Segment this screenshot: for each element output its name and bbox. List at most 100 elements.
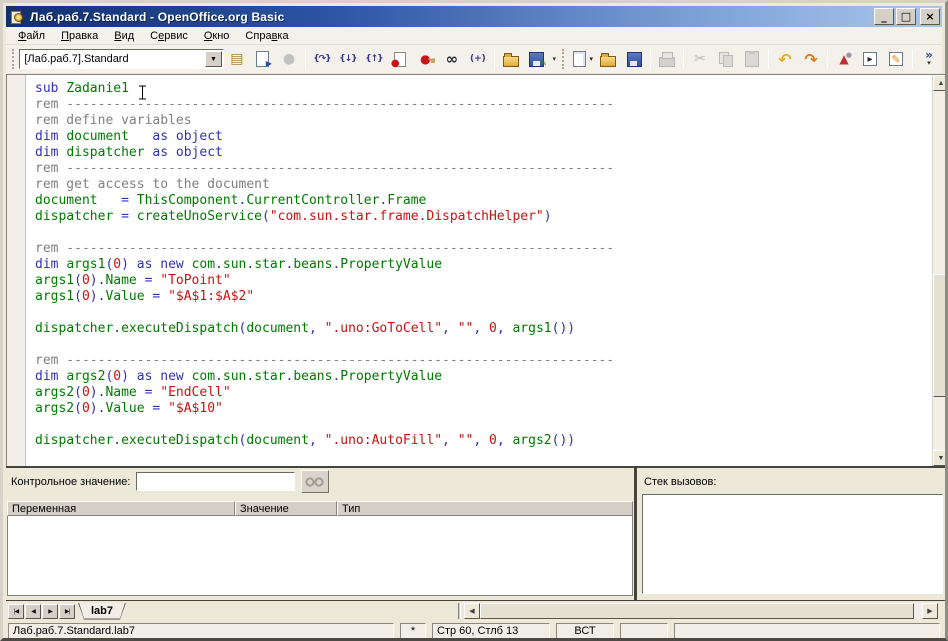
scroll-up-button[interactable]: ▲ bbox=[933, 75, 948, 91]
module-tab-lab7[interactable]: lab7 bbox=[78, 603, 126, 620]
menu-edit[interactable]: Правка bbox=[53, 28, 106, 44]
code-editor[interactable]: sub Zadanie1rem ------------------------… bbox=[6, 74, 948, 466]
titlebar[interactable]: Лаб.раб.7.Standard - OpenOffice.org Basi… bbox=[6, 6, 942, 27]
watch-table: ПеременнаяЗначениеТип bbox=[7, 501, 633, 596]
scrollbar-track[interactable] bbox=[933, 91, 948, 450]
combobox-dropdown-button[interactable]: ▼ bbox=[205, 51, 222, 67]
import-source-button[interactable] bbox=[499, 47, 523, 71]
tab-nav-last-button[interactable]: ▶| bbox=[59, 604, 75, 619]
watch-table-body[interactable] bbox=[7, 516, 633, 596]
code-line: sub Zadanie1 bbox=[35, 81, 932, 97]
toolbar-grip[interactable] bbox=[12, 49, 16, 69]
window-controls: _□× bbox=[874, 8, 940, 25]
watch-column-3[interactable]: Тип bbox=[337, 501, 633, 516]
toolbar-options-button[interactable]: ▾ bbox=[550, 48, 559, 70]
menu-view[interactable]: Вид bbox=[106, 28, 142, 44]
code-line: rem ------------------------------------… bbox=[35, 97, 932, 113]
step-into-button[interactable] bbox=[336, 47, 360, 71]
watch-panel: Контрольное значение: ПеременнаяЗначение… bbox=[6, 468, 634, 600]
enable-watch-icon bbox=[442, 49, 462, 69]
select-module-button[interactable] bbox=[858, 47, 882, 71]
save-button[interactable] bbox=[622, 47, 646, 71]
step-out-button[interactable] bbox=[362, 47, 386, 71]
toolbar-separator bbox=[768, 49, 769, 69]
watch-column-2[interactable]: Значение bbox=[235, 501, 337, 516]
module-tab-label: lab7 bbox=[79, 603, 125, 619]
menu-window[interactable]: Окно bbox=[196, 28, 238, 44]
maximize-button[interactable]: □ bbox=[896, 8, 916, 25]
debug-panels: Контрольное значение: ПеременнаяЗначение… bbox=[6, 466, 948, 601]
paste-button[interactable] bbox=[740, 47, 764, 71]
library-combobox[interactable]: [Лаб.раб.7].Standard ▼ bbox=[19, 49, 224, 69]
code-line: args1(0).Value = "$A$1:$A$2" bbox=[35, 289, 932, 305]
step-over-button[interactable] bbox=[310, 47, 334, 71]
code-line bbox=[35, 225, 932, 241]
code-line: dim args2(0) as new com.sun.star.beans.P… bbox=[35, 369, 932, 385]
glasses-icon bbox=[305, 476, 325, 488]
open-icon bbox=[598, 49, 618, 69]
callstack-list[interactable] bbox=[642, 494, 943, 594]
breakpoint-icon bbox=[390, 49, 410, 69]
tab-nav-first-button[interactable]: |◀ bbox=[8, 604, 24, 619]
code-line: document = ThisComponent.CurrentControll… bbox=[35, 193, 932, 209]
status-document: Лаб.раб.7.Standard.lab7 bbox=[8, 623, 394, 640]
close-button[interactable]: × bbox=[920, 8, 940, 25]
overflow-button[interactable] bbox=[917, 47, 941, 71]
redo-button[interactable] bbox=[799, 47, 823, 71]
status-empty1 bbox=[620, 623, 668, 640]
code-lines[interactable]: sub Zadanie1rem ------------------------… bbox=[27, 75, 932, 466]
edit-dialog-button[interactable] bbox=[884, 47, 908, 71]
tab-nav-prev-button[interactable]: ◀ bbox=[25, 604, 41, 619]
scroll-down-button[interactable]: ▼ bbox=[933, 450, 948, 466]
manage-breakpoints-button[interactable] bbox=[414, 47, 438, 71]
library-combobox-value: [Лаб.раб.7].Standard bbox=[20, 53, 205, 65]
tab-nav-next-button[interactable]: ▶ bbox=[42, 604, 58, 619]
run-button[interactable] bbox=[251, 47, 275, 71]
print-button[interactable] bbox=[655, 47, 679, 71]
print-icon bbox=[657, 49, 677, 69]
status-modified: * bbox=[400, 623, 426, 640]
toolbar-separator bbox=[827, 49, 828, 69]
breakpoint-gutter[interactable] bbox=[7, 75, 26, 466]
copy-icon bbox=[716, 49, 736, 69]
open-button[interactable] bbox=[596, 47, 620, 71]
watch-table-header: ПеременнаяЗначениеТип bbox=[7, 501, 633, 516]
compile-button[interactable] bbox=[225, 47, 249, 71]
enable-watch-button[interactable] bbox=[440, 47, 464, 71]
copy-button[interactable] bbox=[714, 47, 738, 71]
code-line: rem ------------------------------------… bbox=[35, 241, 932, 257]
scrollbar-thumb[interactable] bbox=[480, 603, 914, 619]
code-line: rem ------------------------------------… bbox=[35, 353, 932, 369]
menu-file[interactable]: Файл bbox=[10, 28, 53, 44]
toolbar-grip[interactable] bbox=[562, 49, 566, 69]
horizontal-scrollbar[interactable]: ◀ ▶ bbox=[464, 603, 938, 619]
enable-watch-button[interactable] bbox=[301, 470, 329, 493]
undo-button[interactable] bbox=[773, 47, 797, 71]
toolbar-separator bbox=[305, 49, 306, 69]
scrollbar-track[interactable] bbox=[480, 603, 922, 619]
cut-button[interactable] bbox=[688, 47, 712, 71]
menu-tools[interactable]: Сервис bbox=[142, 28, 196, 44]
minimize-button[interactable]: _ bbox=[874, 8, 894, 25]
tabbar-splitter[interactable] bbox=[458, 603, 461, 619]
cut-icon bbox=[690, 49, 710, 69]
scrollbar-thumb[interactable] bbox=[933, 274, 948, 397]
code-line: rem ------------------------------------… bbox=[35, 161, 932, 177]
find-parentheses-button[interactable] bbox=[466, 47, 490, 71]
edit-dialog-icon bbox=[889, 52, 903, 66]
stop-button[interactable] bbox=[277, 47, 301, 71]
vertical-scrollbar[interactable]: ▲ ▼ bbox=[932, 75, 948, 466]
manage-breakpoints-icon bbox=[416, 49, 436, 69]
chevron-down-icon[interactable]: ▾ bbox=[589, 55, 593, 63]
export-source-button[interactable]: ✎ bbox=[525, 47, 549, 71]
menu-help[interactable]: Справка bbox=[237, 28, 296, 44]
scroll-right-button[interactable]: ▶ bbox=[922, 603, 938, 619]
watch-input[interactable] bbox=[136, 472, 295, 491]
select-macro-button[interactable] bbox=[832, 47, 856, 71]
breakpoint-button[interactable] bbox=[388, 47, 412, 71]
new-document-button[interactable]: ▾ bbox=[570, 47, 594, 71]
scroll-left-button[interactable]: ◀ bbox=[464, 603, 480, 619]
macro-toolbar: ✎ bbox=[224, 47, 550, 71]
text-cursor-icon bbox=[138, 85, 147, 100]
watch-column-1[interactable]: Переменная bbox=[7, 501, 235, 516]
